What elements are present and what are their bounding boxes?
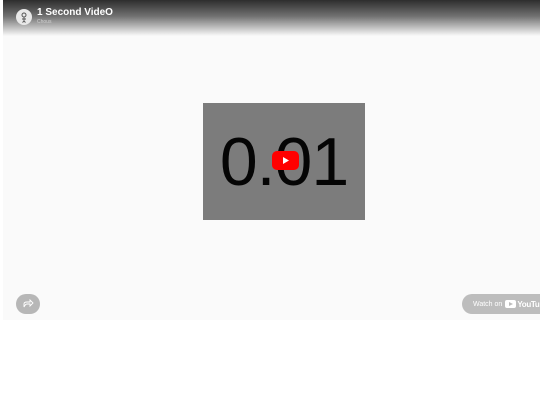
share-button[interactable]: [16, 294, 40, 314]
play-button[interactable]: [272, 151, 299, 170]
channel-name[interactable]: Chous: [37, 19, 51, 25]
watch-on-label: Watch on: [473, 300, 503, 308]
channel-avatar[interactable]: [16, 9, 32, 25]
youtube-logo-icon: [505, 300, 517, 308]
title-bar: 1 Second VideO Chous: [3, 0, 540, 36]
youtube-wordmark: YouTube: [517, 299, 540, 309]
video-title[interactable]: 1 Second VideO: [37, 7, 113, 18]
video-thumbnail[interactable]: 0.01: [203, 103, 365, 220]
share-icon: [23, 298, 34, 308]
play-icon: [283, 157, 289, 164]
video-player[interactable]: 1 Second VideO Chous 0.01 Watch on YouTu…: [3, 0, 540, 320]
watch-on-youtube-button[interactable]: Watch on YouTube: [462, 294, 540, 314]
avatar-figure-icon: [21, 12, 27, 23]
